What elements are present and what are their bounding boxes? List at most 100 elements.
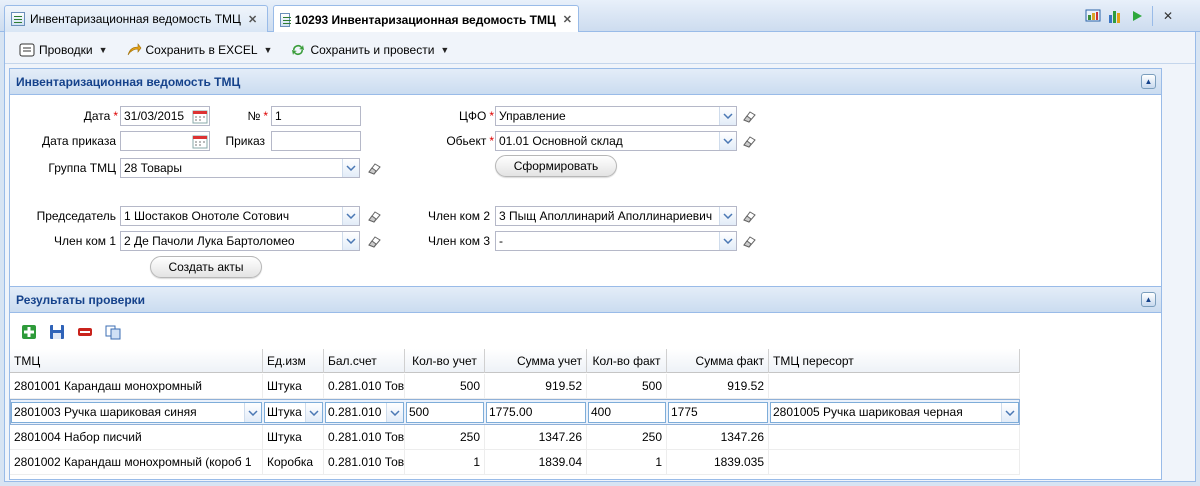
- table-row[interactable]: 2801004 Набор писчий Штука 0.281.010 Тов…: [10, 425, 1020, 450]
- chevron-down-icon[interactable]: [1001, 403, 1018, 422]
- group-combo[interactable]: 28 Товары: [120, 158, 360, 178]
- calendar-icon[interactable]: [192, 108, 208, 124]
- sum-book-editor[interactable]: 1775.00: [486, 402, 586, 423]
- qty-book-editor[interactable]: 500: [406, 402, 484, 423]
- object-combo[interactable]: 01.01 Основной склад: [495, 131, 737, 151]
- unit-editor-value: Штука: [267, 405, 302, 419]
- eraser-icon[interactable]: [741, 234, 757, 248]
- close-window-icon[interactable]: ✕: [1157, 6, 1179, 26]
- close-icon[interactable]: ✕: [248, 13, 257, 26]
- form-button[interactable]: Сформировать: [495, 155, 617, 177]
- inventory-header-panel: Инвентаризационная ведомость ТМЦ ▲ Дата *…: [9, 68, 1162, 288]
- run-icon[interactable]: [1126, 6, 1148, 26]
- member3-combo[interactable]: -: [495, 231, 737, 251]
- item-editor[interactable]: 2801003 Ручка шариковая синяя: [11, 402, 262, 423]
- number-label: № *: [247, 109, 268, 123]
- chevron-down-icon[interactable]: [244, 403, 261, 422]
- postings-button[interactable]: Проводки ▼: [13, 39, 114, 61]
- panel-title: Инвентаризационная ведомость ТМЦ ▲: [10, 69, 1161, 95]
- tab-inventory-doc[interactable]: 10293 Инвентаризационная ведомость ТМЦ ✕: [273, 5, 579, 33]
- collapse-icon[interactable]: ▲: [1141, 74, 1156, 89]
- sum-fact-editor[interactable]: 1775: [668, 402, 768, 423]
- add-icon[interactable]: [18, 321, 40, 343]
- panel-title: Результаты проверки ▲: [10, 287, 1161, 313]
- order-date-field[interactable]: [120, 131, 210, 151]
- save-excel-button[interactable]: Сохранить в EXCEL ▼: [120, 39, 279, 61]
- chevron-down-icon[interactable]: [719, 107, 736, 125]
- order-field[interactable]: [271, 131, 361, 151]
- member1-combo[interactable]: 2 Де Пачоли Лука Бартоломео: [120, 231, 360, 251]
- cell-sum-book: 919.52: [485, 374, 587, 398]
- qty-fact-editor[interactable]: 400: [588, 402, 666, 423]
- cell-sum-book: 1347.26: [485, 425, 587, 449]
- chevron-down-icon[interactable]: [342, 159, 359, 177]
- column-header[interactable]: Сумма факт: [667, 349, 769, 373]
- chevron-down-icon[interactable]: [386, 403, 403, 422]
- chairman-label: Председатель: [36, 209, 116, 223]
- column-header[interactable]: Бал.счет: [324, 349, 405, 373]
- member2-label: Член ком 2: [428, 209, 490, 223]
- column-header[interactable]: Кол-во факт: [587, 349, 667, 373]
- date-value: 31/03/2015: [124, 109, 185, 123]
- date-label: Дата *: [83, 109, 118, 123]
- chevron-down-icon[interactable]: [305, 403, 322, 422]
- member3-value: -: [499, 234, 503, 248]
- chevron-down-icon: ▼: [263, 44, 273, 55]
- unit-editor[interactable]: Штука: [264, 402, 323, 423]
- save-post-button[interactable]: Сохранить и провести ▼: [284, 39, 455, 61]
- eraser-icon[interactable]: [741, 209, 757, 223]
- copy-icon[interactable]: [102, 321, 124, 343]
- cell-qty-fact: 1: [587, 450, 667, 474]
- member1-value: 2 Де Пачоли Лука Бартоломео: [124, 234, 295, 248]
- table-row-editing[interactable]: 2801003 Ручка шариковая синяя Штука 0.28…: [10, 399, 1020, 425]
- save-icon[interactable]: [46, 321, 68, 343]
- regrade-editor[interactable]: 2801005 Ручка шариковая черная: [770, 402, 1019, 423]
- panel-title-text: Инвентаризационная ведомость ТМЦ: [16, 74, 241, 89]
- collapse-icon[interactable]: ▲: [1141, 292, 1156, 307]
- results-panel: Результаты проверки ▲ ТМЦ Ед.изм Бал.сче…: [9, 286, 1162, 480]
- chevron-down-icon[interactable]: [719, 132, 736, 150]
- chevron-down-icon[interactable]: [342, 207, 359, 225]
- eraser-icon[interactable]: [741, 134, 757, 148]
- chevron-down-icon[interactable]: [719, 232, 736, 250]
- order-label: Приказ: [225, 134, 265, 148]
- account-editor-value: 0.281.010: [328, 405, 382, 419]
- cfo-combo[interactable]: Управление: [495, 106, 737, 126]
- number-value: 1: [275, 109, 282, 123]
- chairman-combo[interactable]: 1 Шостаков Онотоле Сотович: [120, 206, 360, 226]
- chart-icon[interactable]: [1104, 6, 1126, 26]
- tab-inventory-list[interactable]: Инвентаризационная ведомость ТМЦ ✕: [4, 5, 268, 32]
- eraser-icon[interactable]: [366, 209, 382, 223]
- column-header[interactable]: ТМЦ пересорт: [769, 349, 1020, 373]
- cell-regrade: [769, 450, 1020, 474]
- item-editor-value: 2801003 Ручка шариковая синяя: [14, 405, 197, 419]
- eraser-icon[interactable]: [741, 109, 757, 123]
- tab-bar: Инвентаризационная ведомость ТМЦ ✕ 10293…: [0, 0, 1200, 33]
- column-header[interactable]: Ед.изм: [263, 349, 324, 373]
- report-icon[interactable]: [1082, 6, 1104, 26]
- cell-item: 2801004 Набор писчий: [10, 425, 263, 449]
- table-row[interactable]: 2801002 Карандаш монохромный (короб 1 Ко…: [10, 450, 1020, 475]
- cell-unit: Штука: [263, 425, 324, 449]
- account-editor[interactable]: 0.281.010: [325, 402, 404, 423]
- number-field[interactable]: 1: [271, 106, 361, 126]
- delete-icon[interactable]: [74, 321, 96, 343]
- column-header[interactable]: Сумма учет: [485, 349, 587, 373]
- save-excel-label: Сохранить в EXCEL: [145, 42, 258, 57]
- eraser-icon[interactable]: [366, 161, 382, 175]
- eraser-icon[interactable]: [366, 234, 382, 248]
- table-row[interactable]: 2801001 Карандаш монохромный Штука 0.281…: [10, 374, 1020, 399]
- create-acts-button[interactable]: Создать акты: [150, 256, 262, 278]
- cell-unit: Штука: [263, 374, 324, 398]
- chevron-down-icon[interactable]: [719, 207, 736, 225]
- date-field[interactable]: 31/03/2015: [120, 106, 210, 126]
- chevron-down-icon[interactable]: [342, 232, 359, 250]
- cell-unit: Коробка: [263, 450, 324, 474]
- cfo-label: ЦФО *: [458, 109, 494, 123]
- column-header[interactable]: Кол-во учет: [405, 349, 485, 373]
- calendar-icon[interactable]: [192, 133, 208, 149]
- tab-label: 10293 Инвентаризационная ведомость ТМЦ: [294, 12, 556, 27]
- column-header[interactable]: ТМЦ: [10, 349, 263, 373]
- close-icon[interactable]: ✕: [563, 13, 572, 26]
- member2-combo[interactable]: 3 Пыщ Аполлинарий Аполлинариевич: [495, 206, 737, 226]
